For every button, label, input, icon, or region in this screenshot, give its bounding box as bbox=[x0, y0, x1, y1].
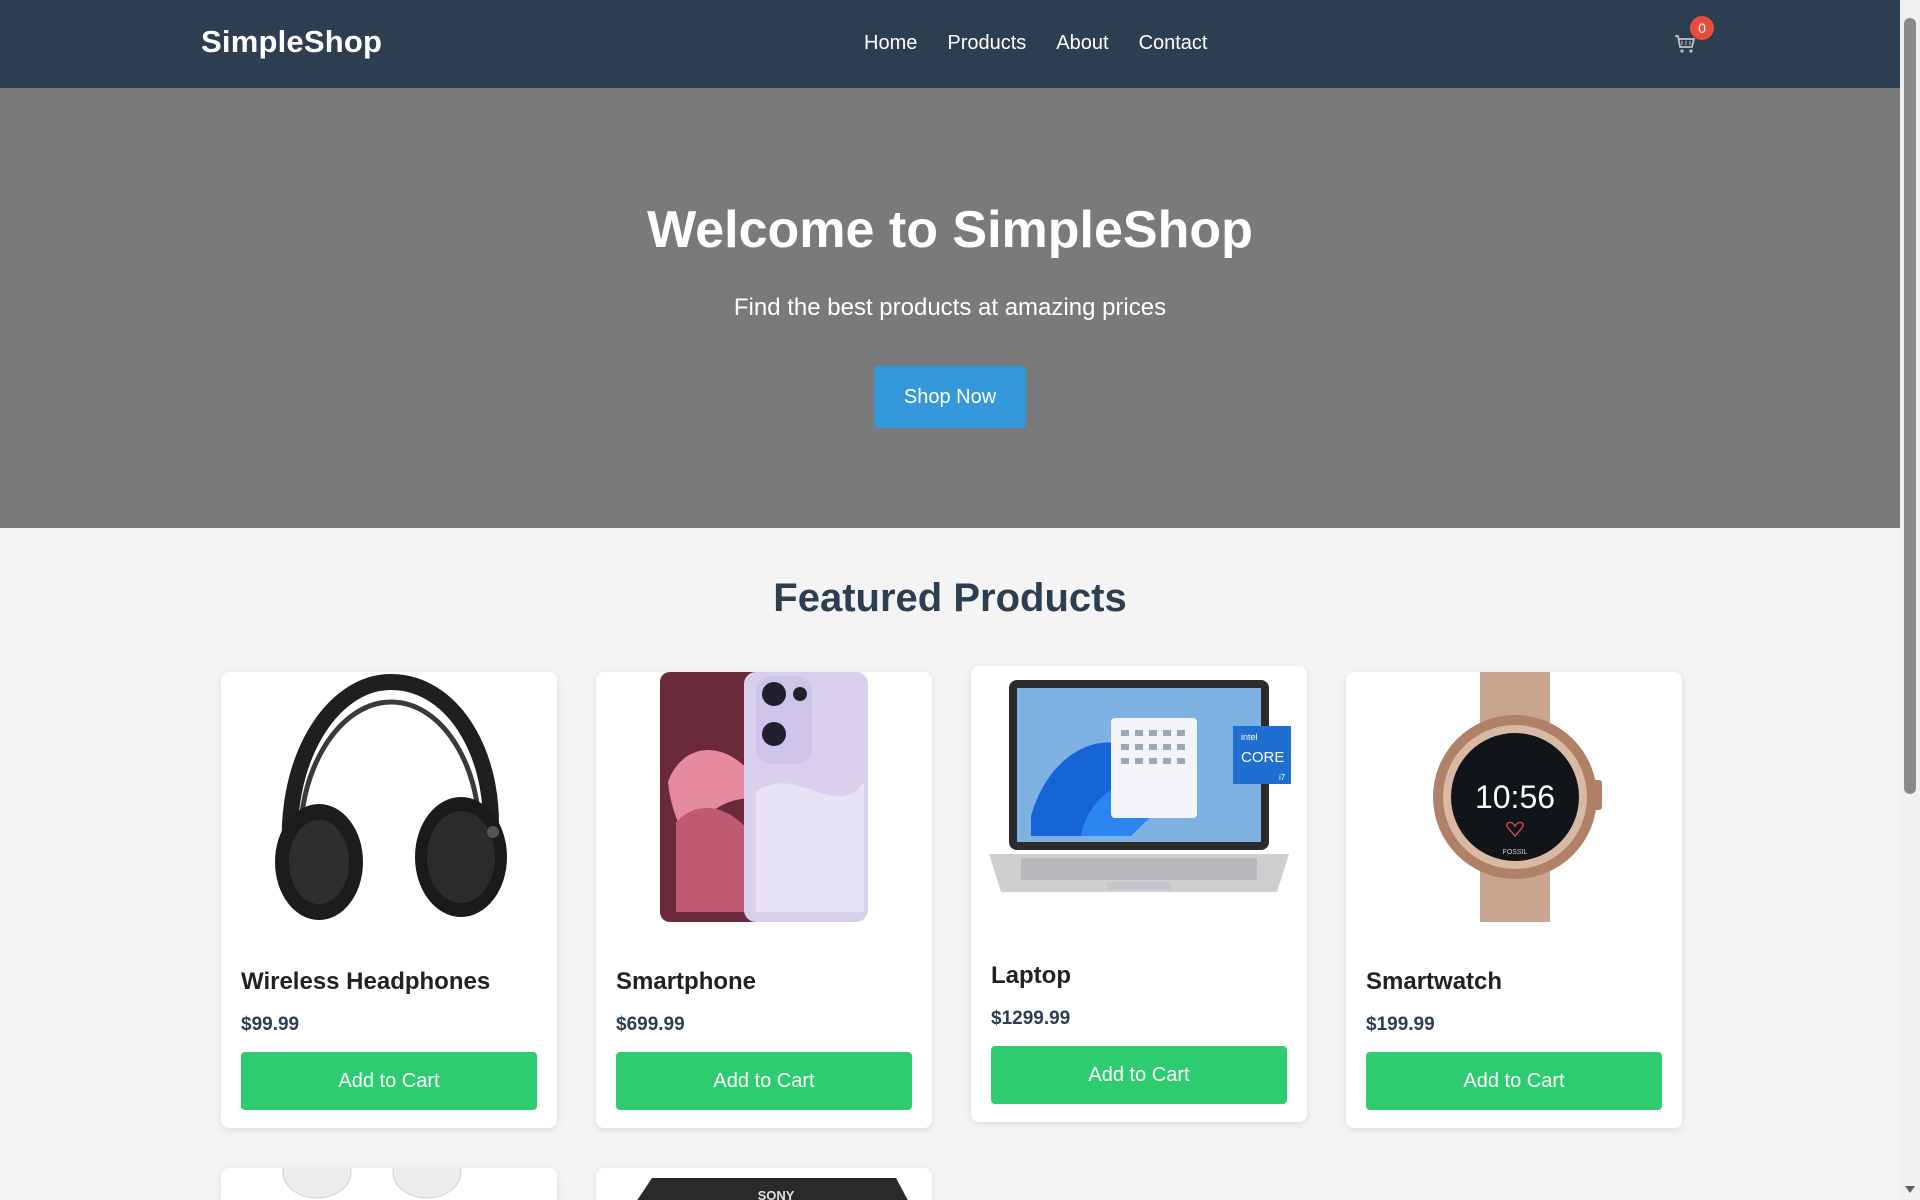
site-header: SimpleShop Home Products About Contact 0 bbox=[0, 0, 1900, 88]
hero-banner: Welcome to SimpleShop Find the best prod… bbox=[0, 88, 1900, 528]
camera-brand-text: SONY bbox=[758, 1188, 795, 1200]
scroll-thumb[interactable] bbox=[1904, 18, 1916, 794]
product-name: Wireless Headphones bbox=[241, 968, 491, 995]
nav-products[interactable]: Products bbox=[947, 32, 1026, 55]
product-price: $199.99 bbox=[1366, 1014, 1435, 1035]
nav-home[interactable]: Home bbox=[864, 32, 917, 55]
camera-image: SONY bbox=[637, 1178, 908, 1200]
main-nav: Home Products About Contact bbox=[864, 32, 1208, 55]
scroll-down-arrow-icon[interactable] bbox=[1905, 1186, 1915, 1193]
product-card-camera-partial: SONY bbox=[596, 1168, 932, 1200]
headphones-image bbox=[221, 672, 557, 922]
site-logo[interactable]: SimpleShop bbox=[201, 24, 382, 60]
cart-count-badge: 0 bbox=[1690, 16, 1714, 40]
add-to-cart-button[interactable]: Add to Cart bbox=[616, 1052, 912, 1110]
laptop-badge-core: CORE bbox=[1241, 749, 1284, 766]
product-name: Smartwatch bbox=[1366, 968, 1503, 995]
product-card-laptop: intel CORE i7 Laptop $1299.99 Add to Car… bbox=[971, 666, 1307, 1122]
earbuds-image bbox=[282, 1168, 462, 1199]
laptop-badge-intel: intel bbox=[1241, 732, 1258, 742]
featured-products-title: Featured Products bbox=[773, 576, 1127, 620]
product-card-smartphone: Smartphone $699.99 Add to Cart bbox=[596, 672, 932, 1128]
smartwatch-brand: FOSSIL bbox=[1503, 849, 1528, 856]
product-price: $99.99 bbox=[241, 1014, 300, 1035]
smartwatch-image: 10:56 FOSSIL bbox=[1346, 672, 1682, 922]
hero-subtitle: Find the best products at amazing prices bbox=[733, 294, 1167, 321]
product-card-earbuds-partial bbox=[221, 1168, 557, 1200]
add-to-cart-button[interactable]: Add to Cart bbox=[1366, 1052, 1662, 1110]
cart-icon[interactable] bbox=[1674, 34, 1696, 54]
product-price: $699.99 bbox=[616, 1014, 685, 1035]
laptop-image: intel CORE i7 bbox=[971, 666, 1307, 916]
product-card-headphones: Wireless Headphones $99.99 Add to Cart bbox=[221, 672, 557, 1128]
product-card-smartwatch: 10:56 FOSSIL Smartwatch $199.99 Add to C… bbox=[1346, 672, 1682, 1128]
add-to-cart-button[interactable]: Add to Cart bbox=[991, 1046, 1287, 1104]
product-price: $1299.99 bbox=[991, 1008, 1071, 1029]
nav-about[interactable]: About bbox=[1056, 32, 1108, 55]
shop-now-button[interactable]: Shop Now bbox=[874, 366, 1026, 428]
laptop-badge-i7: i7 bbox=[1279, 773, 1286, 782]
smartwatch-time: 10:56 bbox=[1475, 779, 1555, 815]
hero-title: Welcome to SimpleShop bbox=[647, 201, 1253, 259]
smartphone-image bbox=[596, 672, 932, 922]
page-scrollbar[interactable] bbox=[1900, 0, 1920, 1200]
nav-contact[interactable]: Contact bbox=[1139, 32, 1208, 55]
product-name: Smartphone bbox=[616, 968, 757, 995]
product-name: Laptop bbox=[991, 962, 1071, 989]
add-to-cart-button[interactable]: Add to Cart bbox=[241, 1052, 537, 1110]
